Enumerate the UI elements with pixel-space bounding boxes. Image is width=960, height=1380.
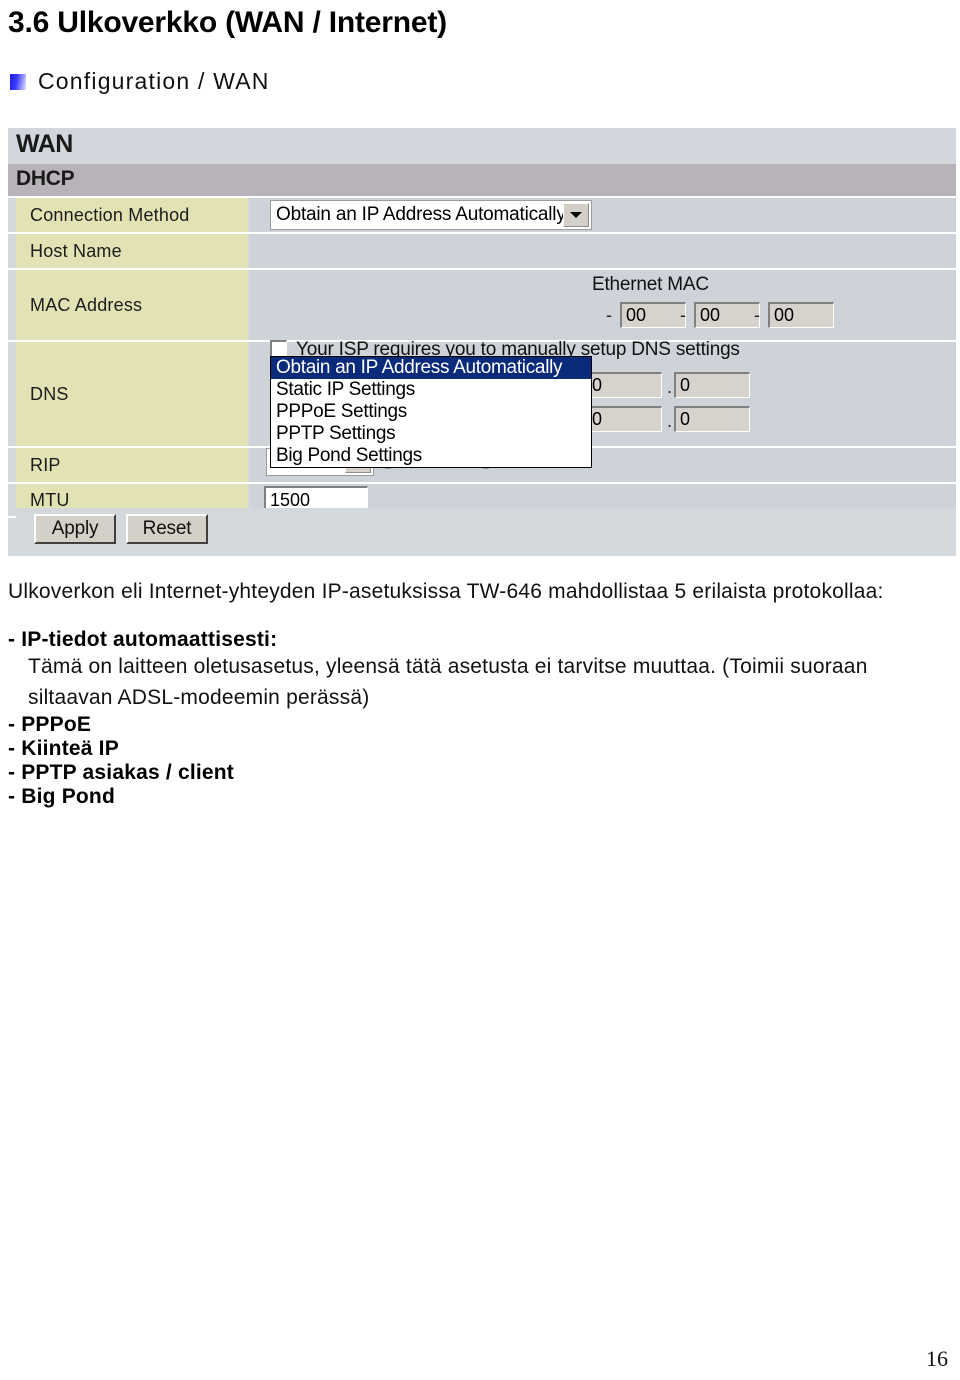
intro-paragraph: Ulkoverkon eli Internet-yhteyden IP-aset… <box>8 580 884 603</box>
secondary-dns-octet-4-input[interactable]: 0 <box>674 406 750 432</box>
label-text: Connection Method <box>30 204 190 225</box>
chevron-down-icon[interactable] <box>563 203 589 227</box>
mac-separator: - <box>680 305 686 325</box>
label-text: Host Name <box>30 240 122 261</box>
protocol-1-description: Tämä on laitteen oletusasetus, yleensä t… <box>28 655 868 709</box>
octet-value: 0 <box>680 409 691 429</box>
label-rip: RIP <box>16 448 248 482</box>
dropdown-option-pppoe[interactable]: PPPoE Settings <box>271 401 591 423</box>
protocol-3-static-ip: - Kiinteä IP <box>8 737 119 761</box>
primary-dns-octet-3-input[interactable]: 0 <box>586 372 662 398</box>
secondary-dns-octet-3-input[interactable]: 0 <box>586 406 662 432</box>
dns-dot-separator: . <box>667 377 673 397</box>
breadcrumb: Configuration / WAN <box>10 68 270 95</box>
ethernet-mac-label: Ethernet MAC <box>592 274 709 295</box>
connection-method-value: Obtain an IP Address Automatically <box>276 204 566 225</box>
label-text: MAC Address <box>30 294 143 315</box>
breadcrumb-label: Configuration / WAN <box>38 68 270 94</box>
button-bar: Apply Reset <box>16 508 956 556</box>
mac-separator: - <box>754 305 760 325</box>
connection-method-select[interactable]: Obtain an IP Address Automatically <box>270 200 592 230</box>
panel-title-text: WAN <box>16 130 73 158</box>
label-connection-method: Connection Method <box>16 198 248 232</box>
mac-octet-value: 00 <box>700 305 721 325</box>
label-text: DNS <box>30 383 69 404</box>
mac-octet-value: 00 <box>774 305 795 325</box>
page-title: 3.6 Ulkoverkko (WAN / Internet) <box>8 6 447 39</box>
mac-octet-value: 00 <box>626 305 647 325</box>
octet-value: 0 <box>680 375 691 395</box>
protocol-4-pptp: - PPTP asiakas / client <box>8 761 234 785</box>
dropdown-option-obtain-ip-automatically[interactable]: Obtain an IP Address Automatically <box>271 357 591 379</box>
dropdown-option-big-pond[interactable]: Big Pond Settings <box>271 445 591 467</box>
dns-dot-separator: . <box>667 411 673 431</box>
protocol-1-heading: - IP-tiedot automaattisesti: <box>8 628 278 652</box>
reset-button[interactable]: Reset <box>126 514 208 544</box>
dropdown-option-pptp[interactable]: PPTP Settings <box>271 423 591 445</box>
label-dns: DNS <box>16 342 248 446</box>
protocol-5-big-pond: - Big Pond <box>8 785 115 809</box>
label-host-name: Host Name <box>16 234 248 268</box>
apply-button[interactable]: Apply <box>34 514 116 544</box>
square-bullet-icon <box>10 73 26 90</box>
body-text: Ulkoverkon eli Internet-yhteyden IP-aset… <box>8 578 952 809</box>
mac-octet-4-input[interactable]: 00 <box>620 302 686 328</box>
section-title-bar: DHCP <box>8 164 956 196</box>
dropdown-option-static-ip[interactable]: Static IP Settings <box>271 379 591 401</box>
protocol-2-pppoe: - PPPoE <box>8 713 92 737</box>
connection-method-dropdown-list[interactable]: Obtain an IP Address Automatically Stati… <box>270 356 592 468</box>
mac-octet-6-input[interactable]: 00 <box>768 302 834 328</box>
manual-dns-checkbox[interactable] <box>270 340 287 357</box>
mac-separator: - <box>606 305 612 325</box>
router-config-panel: WAN DHCP Connection Method Host Name MAC… <box>8 128 956 556</box>
mac-octet-5-input[interactable]: 00 <box>694 302 760 328</box>
primary-dns-octet-4-input[interactable]: 0 <box>674 372 750 398</box>
label-text: RIP <box>30 454 61 475</box>
label-mac-address: MAC Address <box>16 270 248 340</box>
field-row-host-name <box>250 234 956 268</box>
panel-title-bar: WAN <box>8 128 956 162</box>
section-title-text: DHCP <box>16 167 75 190</box>
page-number: 16 <box>926 1346 948 1371</box>
